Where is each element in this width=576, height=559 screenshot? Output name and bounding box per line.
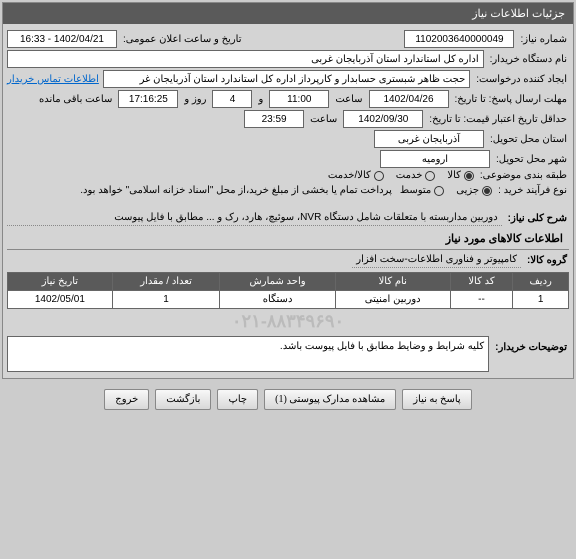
province-value: آذربایجان غربی [374, 130, 484, 148]
th-name: نام کالا [335, 273, 450, 291]
days-value: 4 [212, 90, 252, 108]
radio-service[interactable]: خدمت [396, 170, 436, 181]
reply-button[interactable]: پاسخ به نیاز [402, 389, 472, 410]
notes-value: کلیه شرایط و وضایط مطابق با فایل پیوست ب… [7, 336, 489, 372]
radio-low[interactable]: جزیی [456, 185, 492, 196]
td-name: دوربین امنیتی [335, 291, 450, 309]
deadline-label: مهلت ارسال پاسخ: تا تاریخ: [453, 94, 569, 105]
time-label-2: ساعت [308, 114, 339, 125]
countdown: 17:16:25 [118, 90, 178, 108]
process-radio-group: جزیی متوسط [400, 185, 492, 196]
desc-value: دوربین مداربسته با متعلقات شامل دستگاه N… [7, 210, 502, 226]
payment-note: پرداخت تمام یا بخشی از مبلغ خرید،از محل … [76, 183, 396, 198]
and-label: و [256, 94, 265, 105]
radio-both[interactable]: کالا/خدمت [328, 170, 384, 181]
category-label: طبقه بندی موضوعی: [478, 170, 569, 181]
validity-date: 1402/09/30 [343, 110, 423, 128]
category-radio-group: کالا خدمت کالا/خدمت [328, 170, 474, 181]
contact-link[interactable]: اطلاعات تماس خریدار [7, 74, 99, 85]
table-header-row: ردیف کد کالا نام کالا واحد شمارش تعداد /… [8, 273, 569, 291]
radio-icon [374, 171, 384, 181]
need-no-value: 1102003640000049 [404, 30, 514, 48]
button-bar: پاسخ به نیاز مشاهده مدارک پیوستی (1) چاپ… [0, 381, 576, 418]
validity-label: حداقل تاریخ اعتبار قیمت: تا تاریخ: [427, 114, 569, 125]
td-row: 1 [513, 291, 569, 309]
table-row: 1 -- دوربین امنیتی دستگاه 1 1402/05/01 [8, 291, 569, 309]
td-code: -- [450, 291, 513, 309]
desc-label: شرح کلی نیاز: [506, 213, 569, 224]
td-qty: 1 [112, 291, 220, 309]
goods-section-title: اطلاعات کالاهای مورد نیاز [7, 228, 569, 250]
group-label: گروه کالا: [525, 255, 569, 266]
back-button[interactable]: بازگشت [155, 389, 211, 410]
attachments-button[interactable]: مشاهده مدارک پیوستی (1) [264, 389, 396, 410]
need-no-label: شماره نیاز: [518, 34, 569, 45]
process-label: نوع فرآیند خرید : [496, 185, 569, 196]
radio-icon [425, 171, 435, 181]
radio-goods[interactable]: کالا [447, 170, 474, 181]
radio-icon [434, 186, 444, 196]
group-value: کامپیوتر و فناوری اطلاعات-سخت افزار [352, 252, 521, 268]
td-date: 1402/05/01 [8, 291, 113, 309]
city-value: ارومیه [380, 150, 490, 168]
radio-icon [464, 171, 474, 181]
th-row: ردیف [513, 273, 569, 291]
deadline-time: 11:00 [269, 90, 329, 108]
time-label-1: ساعت [333, 94, 364, 105]
details-panel: جزئیات اطلاعات نیاز شماره نیاز: 11020036… [2, 2, 574, 379]
creator-value: حجت ظاهر شبستری حسابدار و کارپرداز اداره… [103, 70, 470, 88]
th-code: کد کالا [450, 273, 513, 291]
validity-time: 23:59 [244, 110, 304, 128]
th-date: تاریخ نیاز [8, 273, 113, 291]
radio-icon [482, 186, 492, 196]
th-unit: واحد شمارش [220, 273, 335, 291]
td-unit: دستگاه [220, 291, 335, 309]
notes-label: توضیحات خریدار: [493, 336, 569, 353]
province-label: استان محل تحویل: [488, 134, 569, 145]
print-button[interactable]: چاپ [217, 389, 258, 410]
exit-button[interactable]: خروج [104, 389, 149, 410]
deadline-date: 1402/04/26 [369, 90, 449, 108]
goods-table: ردیف کد کالا نام کالا واحد شمارش تعداد /… [7, 272, 569, 309]
city-label: شهر محل تحویل: [494, 154, 569, 165]
creator-label: ایجاد کننده درخواست: [474, 74, 569, 85]
panel-title: جزئیات اطلاعات نیاز [3, 3, 573, 24]
remaining-label: ساعت باقی مانده [37, 94, 114, 105]
buyer-label: نام دستگاه خریدار: [488, 54, 569, 65]
day-label: روز و [182, 94, 208, 105]
phone-watermark: ۰۲۱-۸۸۳۴۹۶۹۰ [7, 309, 569, 334]
th-qty: تعداد / مقدار [112, 273, 220, 291]
radio-med[interactable]: متوسط [400, 185, 444, 196]
buyer-value: اداره کل استاندارد استان آذربایجان غربی [7, 50, 484, 68]
pubdate-value: 1402/04/21 - 16:33 [7, 30, 117, 48]
pubdate-label: تاریخ و ساعت اعلان عمومی: [121, 34, 244, 45]
